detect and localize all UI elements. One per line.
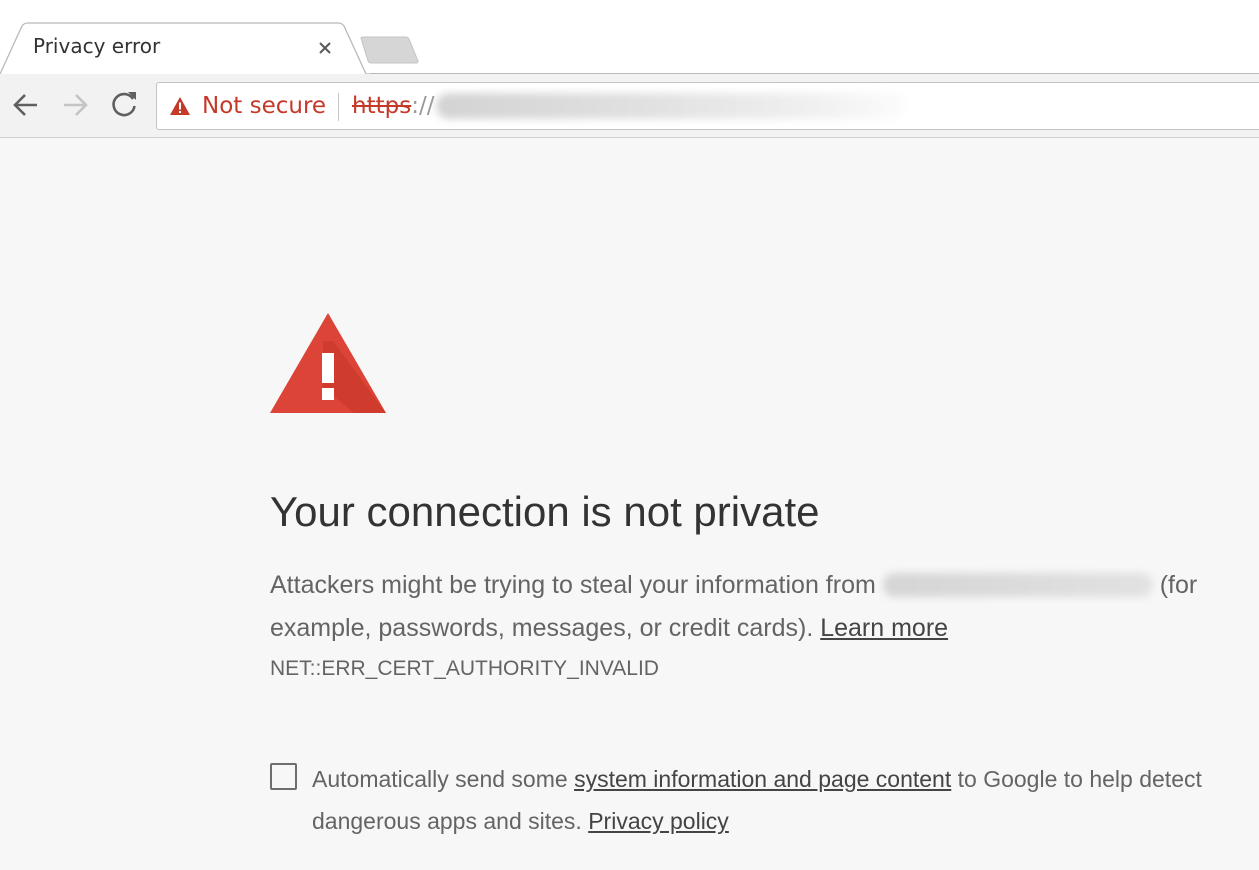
omnibox-divider — [338, 93, 339, 121]
optin-text: Automatically send some system informati… — [312, 758, 1232, 842]
host-redacted — [882, 573, 1153, 597]
url-scheme: https — [352, 93, 412, 119]
optin-checkbox[interactable] — [270, 763, 297, 790]
new-tab-icon — [360, 36, 419, 64]
url-separator: :// — [411, 93, 435, 119]
warning-triangle-icon — [170, 97, 190, 115]
back-button[interactable] — [9, 88, 43, 122]
explanation-before: Attackers might be trying to steal your … — [270, 571, 876, 599]
security-indicator[interactable]: Not secure — [169, 83, 326, 129]
forward-button[interactable] — [58, 88, 92, 122]
toolbar: Not secure https:// — [0, 74, 1259, 138]
back-arrow-icon — [13, 94, 37, 116]
new-tab-button[interactable] — [357, 34, 421, 66]
tab-title: Privacy error — [33, 34, 161, 58]
page-title: Your connection is not private — [270, 488, 820, 535]
reload-icon — [112, 92, 136, 117]
privacy-policy-link[interactable]: Privacy policy — [588, 808, 729, 834]
interstitial-content: Your connection is not private Attackers… — [0, 138, 1259, 870]
forward-arrow-icon — [64, 94, 88, 116]
explanation-text: Attackers might be trying to steal your … — [270, 564, 1259, 650]
system-info-link[interactable]: system information and page content — [574, 766, 951, 792]
browser-window: Privacy error Not secure https:// Your … — [0, 0, 1259, 870]
tab-strip: Privacy error — [0, 0, 1259, 75]
address-bar[interactable]: Not secure https:// — [156, 82, 1259, 130]
warning-triangle-icon — [270, 313, 386, 413]
close-icon[interactable] — [311, 34, 339, 62]
error-code: NET::ERR_CERT_AUTHORITY_INVALID — [270, 657, 659, 680]
url-redacted — [436, 93, 907, 119]
reload-button[interactable] — [107, 88, 141, 122]
optin-before: Automatically send some — [312, 766, 568, 792]
url-text[interactable]: https:// — [352, 83, 907, 129]
learn-more-link[interactable]: Learn more — [820, 614, 948, 642]
security-label: Not secure — [202, 93, 327, 119]
